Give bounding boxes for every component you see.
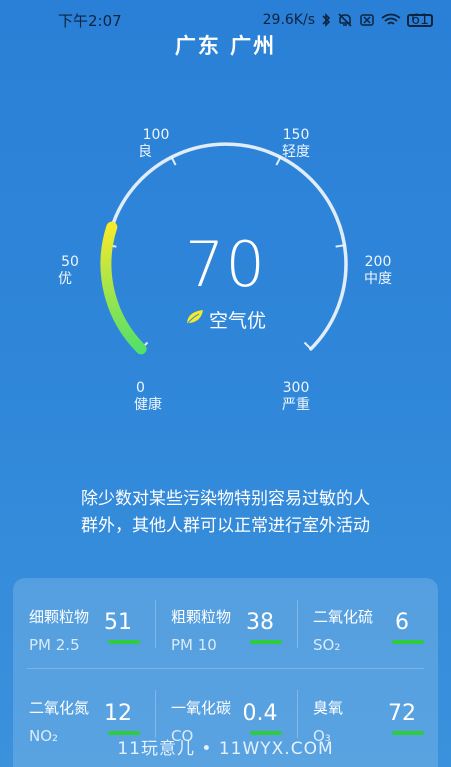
divider: [297, 600, 298, 648]
level-bar: [108, 640, 140, 644]
pollutant-so2[interactable]: 二氧化硫 SO₂ 6: [297, 578, 438, 668]
level-bar: [250, 640, 282, 644]
divider: [27, 668, 424, 669]
divider: [297, 690, 298, 738]
pollutant-pm10[interactable]: 粗颗粒物 PM 10 38: [155, 578, 296, 668]
gauge-tick-mark: [303, 341, 312, 350]
gauge-tick-100: 100 良: [138, 127, 170, 160]
level-bar: [392, 640, 424, 644]
pollutant-pm25[interactable]: 细颗粒物 PM 2.5 51: [13, 578, 154, 668]
divider: [155, 690, 156, 738]
divider: [155, 600, 156, 648]
leaf-icon: [185, 308, 205, 331]
gauge-tick-300: 300 严重: [282, 380, 310, 413]
watermark: 11玩意儿 • 11WYX.COM: [117, 739, 334, 759]
health-advice: 除少数对某些污染物特别容易过敏的人 群外，其他人群可以正常进行室外活动: [81, 489, 370, 536]
aqi-level-text: 空气优: [208, 310, 266, 332]
gauge-tick-150: 150 轻度: [282, 127, 310, 160]
aqi-level: 空气优: [0, 306, 451, 333]
aqi-value: 70: [185, 228, 266, 301]
gauge-tick-0: 0 健康: [134, 380, 162, 413]
